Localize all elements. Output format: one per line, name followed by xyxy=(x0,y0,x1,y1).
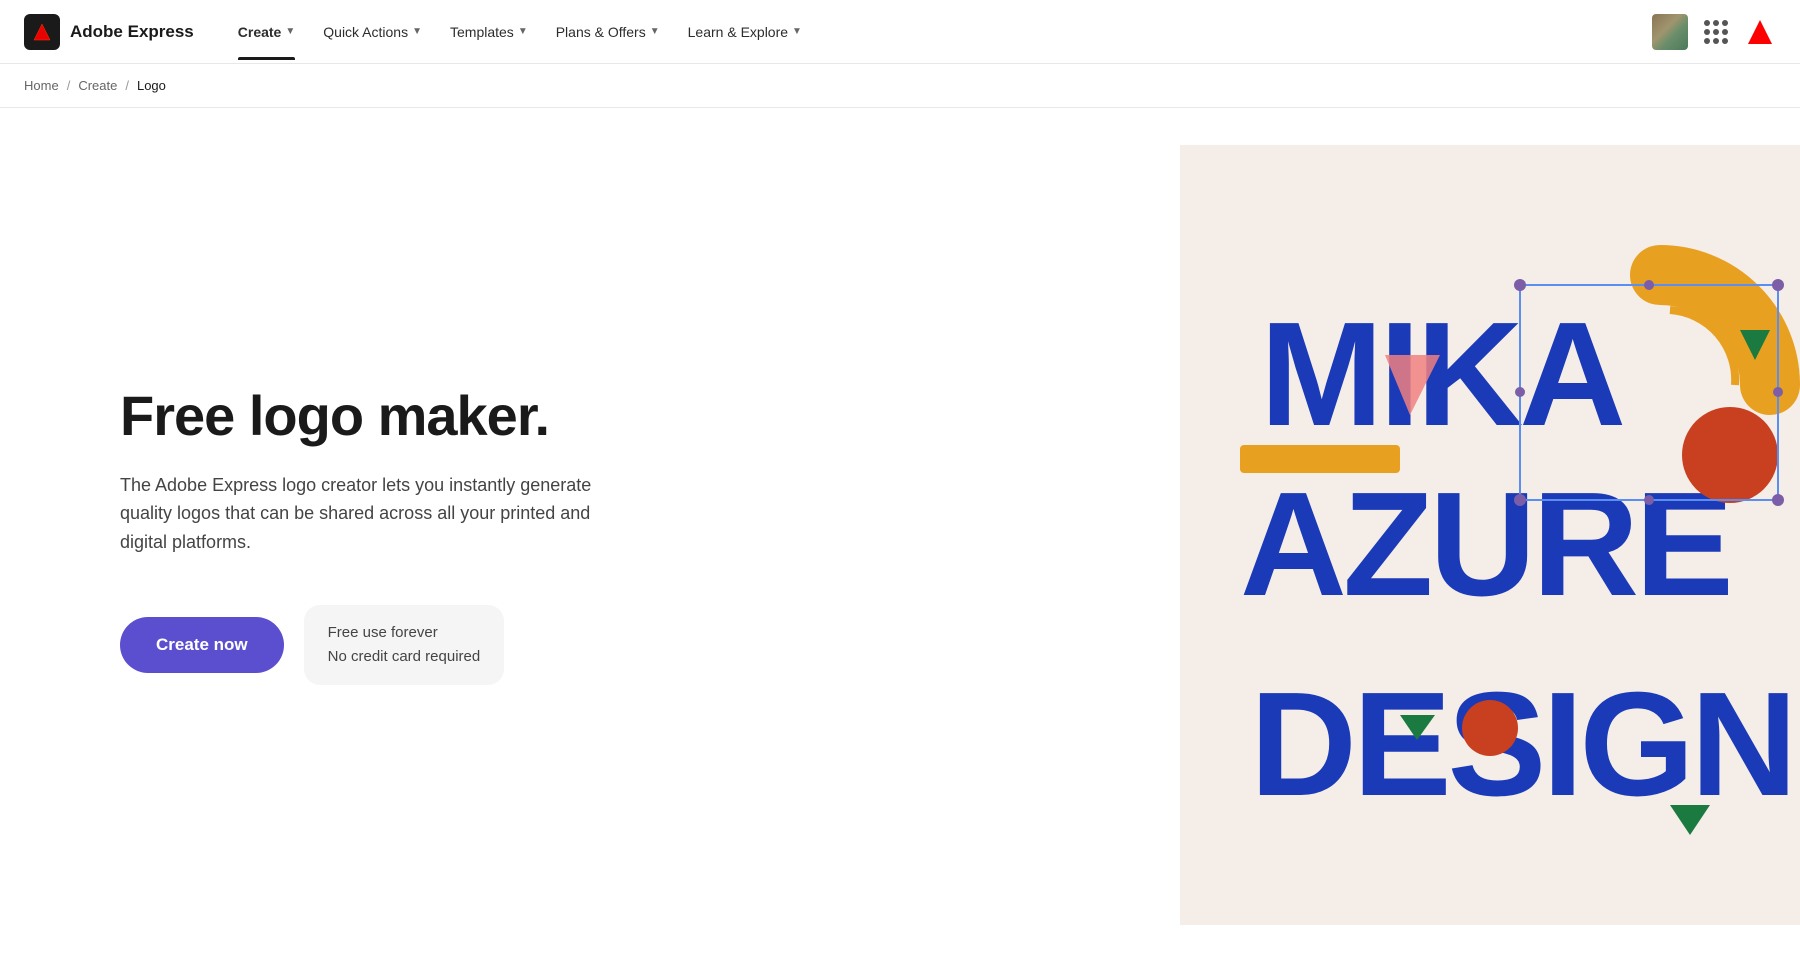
brand-logo[interactable]: Adobe Express xyxy=(24,14,194,50)
hero-description: The Adobe Express logo creator lets you … xyxy=(120,471,640,557)
breadcrumb-create[interactable]: Create xyxy=(78,78,117,93)
preview-section: MIKA AZURE DESIGN xyxy=(760,108,1800,962)
apps-grid-button[interactable] xyxy=(1700,16,1732,48)
adobe-logo-button[interactable] xyxy=(1744,16,1776,48)
breadcrumb-separator: / xyxy=(67,78,71,93)
nav-items: Create ▼ Quick Actions ▼ Templates ▼ Pla… xyxy=(226,16,1652,48)
breadcrumb: Home / Create / Logo xyxy=(0,64,1800,108)
brand-name: Adobe Express xyxy=(70,22,194,42)
chevron-down-icon: ▼ xyxy=(518,26,528,37)
free-use-info: Free use forever No credit card required xyxy=(304,605,505,685)
nav-item-create[interactable]: Create ▼ xyxy=(226,16,308,48)
main-content: Free logo maker. The Adobe Express logo … xyxy=(0,108,1800,962)
page-title: Free logo maker. xyxy=(120,385,680,447)
breadcrumb-home[interactable]: Home xyxy=(24,78,59,93)
chevron-down-icon: ▼ xyxy=(412,26,422,37)
chevron-down-icon: ▼ xyxy=(285,26,295,37)
user-avatar[interactable] xyxy=(1652,14,1688,50)
create-now-button[interactable]: Create now xyxy=(120,617,284,673)
navbar-right xyxy=(1652,14,1776,50)
logo-preview-card: MIKA AZURE DESIGN xyxy=(1180,145,1800,925)
nav-item-templates[interactable]: Templates ▼ xyxy=(438,16,540,48)
nav-item-quick-actions[interactable]: Quick Actions ▼ xyxy=(311,16,434,48)
free-use-line1: Free use forever xyxy=(328,621,481,645)
svg-text:AZURE: AZURE xyxy=(1240,462,1730,627)
free-use-line2: No credit card required xyxy=(328,645,481,669)
svg-text:MIKA: MIKA xyxy=(1260,292,1622,457)
adobe-express-icon xyxy=(24,14,60,50)
svg-text:DESIGN: DESIGN xyxy=(1250,662,1793,827)
navbar: Adobe Express Create ▼ Quick Actions ▼ T… xyxy=(0,0,1800,64)
apps-grid-icon xyxy=(1704,20,1728,44)
cta-row: Create now Free use forever No credit ca… xyxy=(120,605,680,685)
nav-item-learn-explore[interactable]: Learn & Explore ▼ xyxy=(676,16,814,48)
breadcrumb-separator: / xyxy=(125,78,129,93)
nav-item-plans-offers[interactable]: Plans & Offers ▼ xyxy=(544,16,672,48)
chevron-down-icon: ▼ xyxy=(650,26,660,37)
hero-section: Free logo maker. The Adobe Express logo … xyxy=(0,305,760,765)
avatar-image xyxy=(1652,14,1688,50)
breadcrumb-current: Logo xyxy=(137,78,166,93)
chevron-down-icon: ▼ xyxy=(792,26,802,37)
logo-artwork-svg: MIKA AZURE DESIGN xyxy=(1180,145,1800,925)
